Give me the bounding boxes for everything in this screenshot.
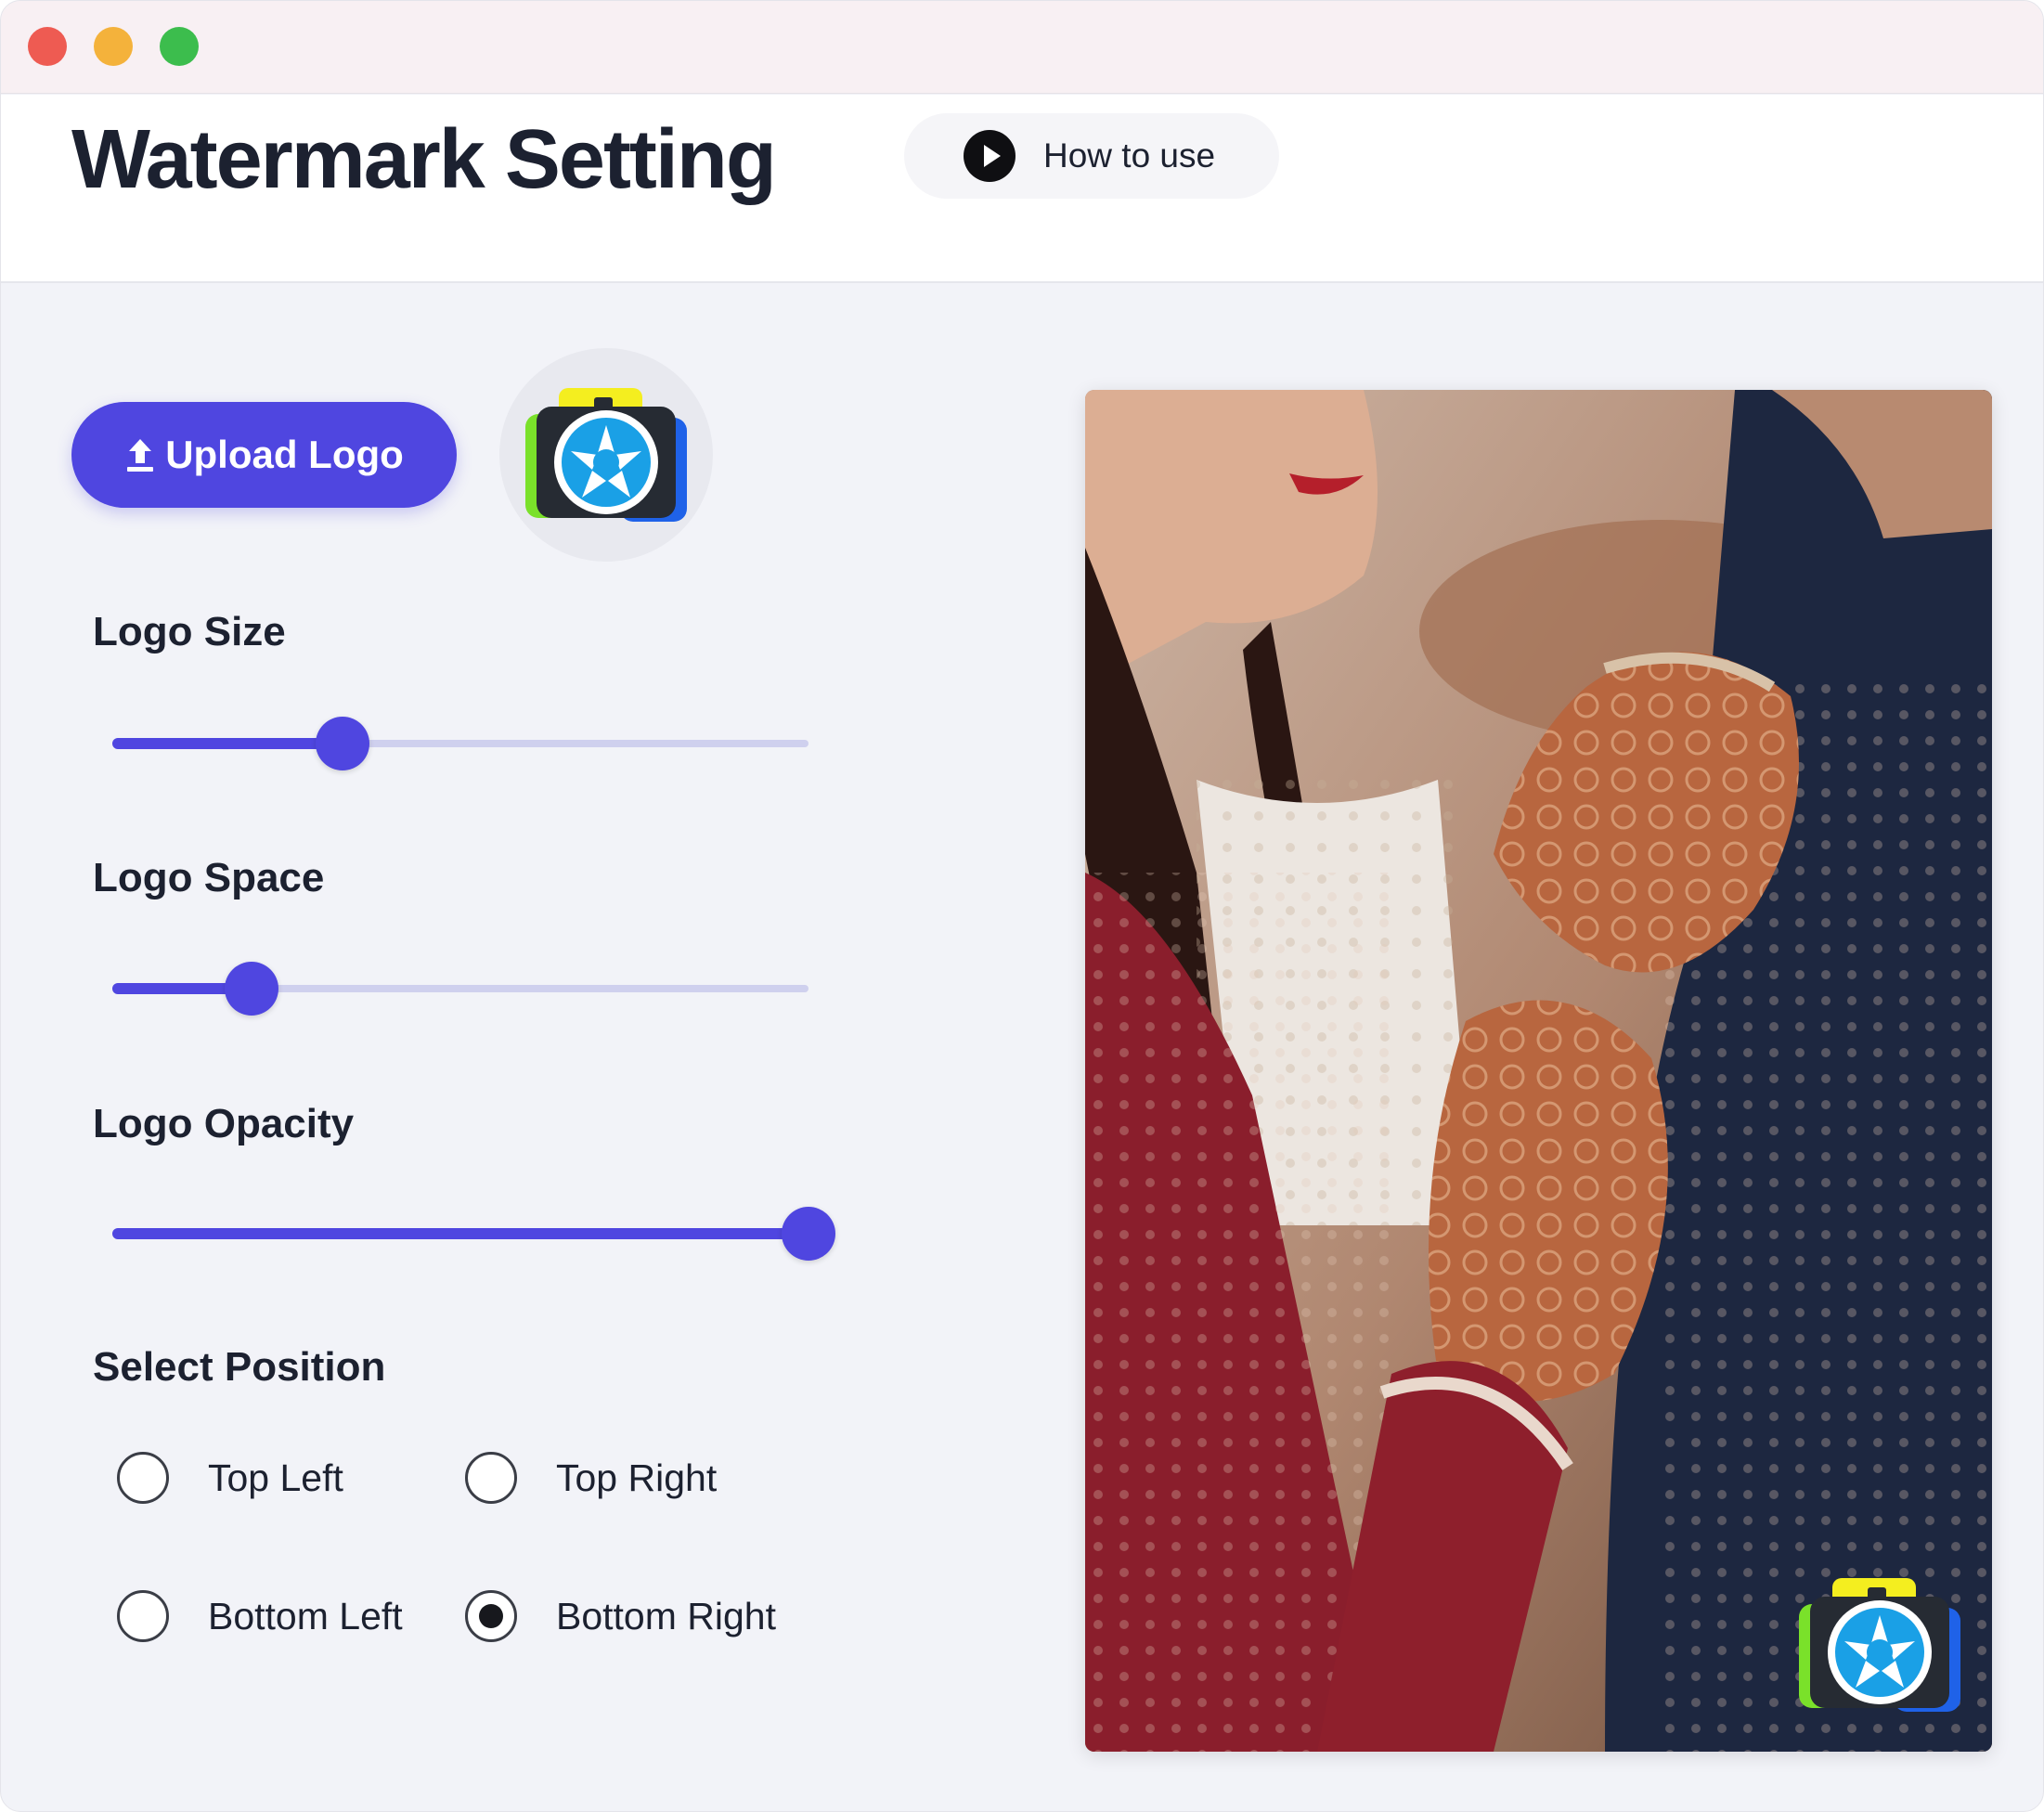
radio-label: Bottom Right: [556, 1594, 776, 1637]
upload-logo-button[interactable]: Upload Logo: [71, 402, 457, 508]
zoom-window-button[interactable]: [160, 27, 199, 66]
close-window-button[interactable]: [28, 27, 67, 66]
slider-thumb[interactable]: [782, 1207, 835, 1261]
couple-photo-image: [1085, 390, 1992, 1752]
upload-icon: [124, 436, 156, 473]
radio-label: Top Left: [208, 1456, 343, 1499]
camera-logo-icon: [1799, 1578, 1960, 1712]
app-window: Watermark Setting How to use Upload Logo: [0, 0, 2044, 1812]
camera-logo-icon: [525, 388, 687, 522]
radio-circle[interactable]: [465, 1590, 517, 1642]
radio-label: Bottom Left: [208, 1594, 403, 1637]
watermark-overlay: [1792, 1571, 1968, 1724]
radio-circle[interactable]: [117, 1452, 169, 1504]
position-top-left-radio[interactable]: Top Left: [117, 1452, 343, 1504]
how-to-use-label: How to use: [1043, 136, 1216, 175]
slider-fill: [112, 738, 343, 749]
radio-circle[interactable]: [117, 1590, 169, 1642]
position-bottom-right-radio[interactable]: Bottom Right: [465, 1590, 776, 1642]
logo-opacity-slider[interactable]: [112, 1206, 835, 1262]
how-to-use-button[interactable]: How to use: [904, 113, 1279, 199]
logo-space-label: Logo Space: [93, 855, 325, 900]
title-bar: [1, 1, 2043, 94]
logo-space-slider[interactable]: [112, 961, 809, 1016]
position-top-right-radio[interactable]: Top Right: [465, 1452, 717, 1504]
radio-label: Top Right: [556, 1456, 718, 1499]
page-title: Watermark Setting: [71, 113, 777, 206]
preview-photo: [1085, 390, 1992, 1752]
play-icon: [964, 130, 1016, 182]
logo-size-slider[interactable]: [112, 716, 809, 771]
minimize-window-button[interactable]: [94, 27, 133, 66]
slider-fill: [112, 1228, 809, 1239]
slider-thumb[interactable]: [225, 962, 278, 1016]
header: Watermark Setting How to use: [1, 95, 2043, 283]
upload-logo-label: Upload Logo: [165, 433, 404, 476]
slider-thumb[interactable]: [315, 717, 369, 770]
select-position-label: Select Position: [93, 1344, 386, 1390]
radio-circle[interactable]: [465, 1452, 517, 1504]
logo-size-label: Logo Size: [93, 609, 286, 654]
position-bottom-left-radio[interactable]: Bottom Left: [117, 1590, 403, 1642]
logo-preview: [499, 348, 713, 562]
logo-opacity-label: Logo Opacity: [93, 1101, 355, 1146]
